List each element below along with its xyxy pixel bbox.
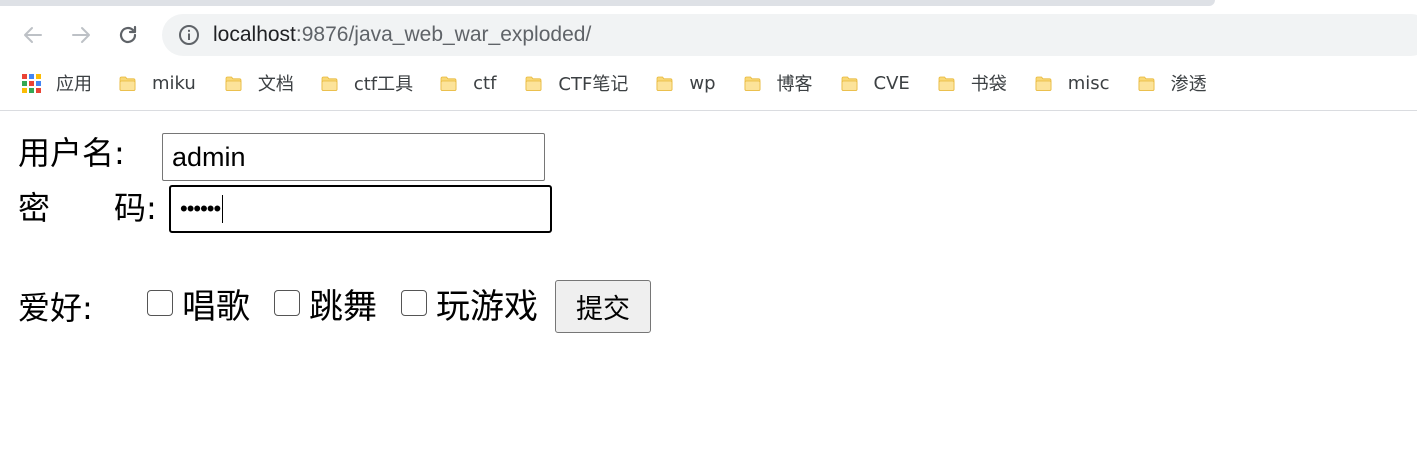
folder-icon (525, 75, 542, 92)
folder-icon (656, 75, 673, 92)
folder-icon (1035, 75, 1052, 92)
url-path: :9876/java_web_war_exploded/ (295, 23, 592, 46)
folder-icon (119, 75, 136, 92)
apps-grid-dot (22, 80, 27, 86)
forward-button[interactable] (66, 20, 96, 50)
bookmark-label: CVE (873, 72, 910, 94)
password-input[interactable]: •••••• (169, 185, 552, 233)
bookmark-miku[interactable]: miku (119, 66, 196, 100)
browser-chrome: localhost:9876/java_web_war_exploded/ 应用… (0, 0, 1417, 111)
apps-grid-dot (36, 87, 41, 93)
username-label: 用户名: (18, 134, 125, 172)
bookmark-misc[interactable]: misc (1035, 66, 1110, 100)
folder-icon (744, 75, 761, 92)
bookmark-label: ctf (473, 72, 497, 94)
bookmark-ctf-tools[interactable]: ctf工具 (321, 66, 413, 100)
hobby-sing-label: 唱歌 (182, 287, 250, 327)
apps-grid-dot (36, 73, 41, 79)
bookmark-label: ctf工具 (353, 74, 414, 95)
folder-icon (440, 75, 457, 92)
hobby-label: 爱好: (18, 289, 93, 327)
bookmark-label: miku (152, 72, 196, 94)
info-icon[interactable] (178, 24, 200, 46)
bookmark-ctf[interactable]: ctf (440, 66, 496, 100)
bookmark-ctf-notes[interactable]: CTF笔记 (525, 66, 628, 100)
bookmark-apps-label: 应用 (56, 74, 92, 95)
back-button[interactable] (18, 20, 48, 50)
apps-grid-dot (29, 73, 34, 79)
bookmarks-bar: 应用 miku 文档 ctf工具 ctf CTF笔记 wp 博客 CVE 书袋 … (0, 66, 1417, 100)
bookmark-label: 书袋 (970, 74, 1007, 95)
reload-icon (119, 25, 137, 44)
submit-button[interactable]: 提交 (555, 280, 651, 333)
url-text[interactable]: localhost:9876/java_web_war_exploded/ (213, 23, 591, 47)
bookmark-label: 文档 (257, 74, 294, 95)
url-host: localhost (213, 23, 296, 46)
tab-strip (0, 0, 1215, 6)
arrow-left-icon (24, 27, 42, 43)
folder-icon (225, 75, 242, 92)
apps-grid-dot (29, 87, 34, 93)
bookmark-label: misc (1067, 72, 1110, 94)
checkbox-dance[interactable] (274, 290, 300, 316)
username-input[interactable]: admin (162, 133, 545, 181)
folder-icon (841, 75, 858, 92)
reload-button[interactable] (113, 20, 143, 50)
bookmark-wp[interactable]: wp (656, 66, 716, 100)
arrow-right-icon (72, 27, 90, 43)
username-value: admin (172, 141, 246, 172)
bookmark-blog[interactable]: 博客 (744, 66, 813, 100)
folder-icon (321, 75, 338, 92)
bookmark-label: 博客 (776, 74, 813, 95)
password-label: 密 码: (18, 189, 157, 227)
bookmark-book-bag[interactable]: 书袋 (938, 66, 1007, 100)
checkbox-games[interactable] (401, 290, 427, 316)
folder-icon (1138, 75, 1155, 92)
folder-icon (938, 75, 955, 92)
bookmark-docs[interactable]: 文档 (225, 66, 294, 100)
bookmark-label: 渗透 (1170, 74, 1207, 95)
apps-grid-dot (22, 73, 27, 79)
apps-grid-dot (36, 80, 41, 86)
browser-toolbar: localhost:9876/java_web_war_exploded/ (0, 14, 1417, 56)
bookmark-label: CTF笔记 (558, 74, 629, 95)
password-masked-value: •••••• (180, 196, 221, 221)
bookmark-cve[interactable]: CVE (841, 66, 910, 100)
apps-grid-dot (29, 80, 34, 86)
checkbox-sing[interactable] (147, 290, 173, 316)
apps-grid-icon (22, 73, 41, 93)
hobby-games-label: 玩游戏 (436, 287, 538, 327)
bookmark-apps[interactable]: 应用 (22, 66, 92, 100)
bookmark-pentest[interactable]: 渗透 (1138, 66, 1207, 100)
apps-grid-dot (22, 87, 27, 93)
address-bar[interactable]: localhost:9876/java_web_war_exploded/ (162, 14, 1417, 56)
page-content: 用户名: admin 密 码: •••••• 爱好: 唱歌 跳舞 玩游戏 提交 (0, 111, 1417, 476)
text-caret (222, 195, 224, 223)
bookmark-label: wp (689, 72, 716, 94)
hobby-dance-label: 跳舞 (309, 287, 377, 327)
